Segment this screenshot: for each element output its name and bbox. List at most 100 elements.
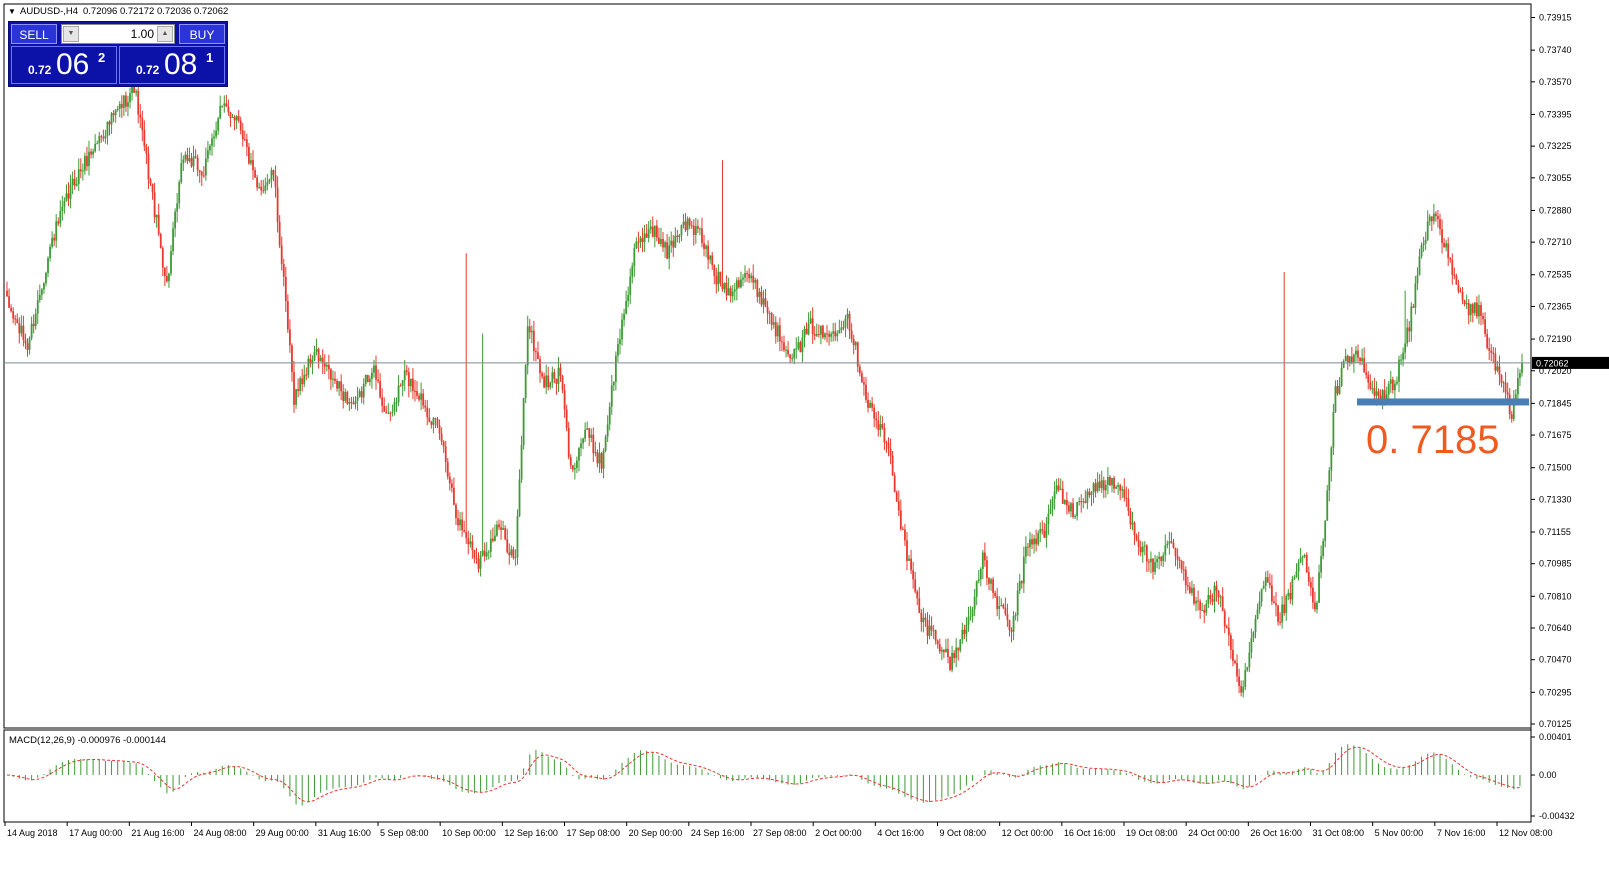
candle-body <box>781 341 783 343</box>
candle-body <box>647 229 650 238</box>
candle-body <box>1355 350 1357 355</box>
candle-body <box>592 434 595 454</box>
candle-body <box>61 206 64 211</box>
candle-body <box>1072 503 1074 517</box>
candle-body <box>264 185 267 191</box>
candle-body <box>174 211 177 229</box>
candle-body <box>1350 356 1353 363</box>
candle-body <box>256 177 259 188</box>
candle-body <box>1502 382 1505 384</box>
candle-body <box>996 596 999 609</box>
one-click-trading-panel: SELL ▼ ▲ BUY 0.72 06 2 0.72 08 1 <box>8 21 228 87</box>
candle-body <box>8 296 10 308</box>
candle-body <box>942 649 945 653</box>
sell-button[interactable]: SELL <box>11 24 57 44</box>
candle-body <box>1127 498 1130 512</box>
candle-body <box>291 345 293 372</box>
ask-price-box[interactable]: 0.72 08 1 <box>119 46 225 84</box>
candle-body <box>375 365 377 380</box>
candle-body <box>1369 382 1372 389</box>
candle-body <box>567 427 570 458</box>
candle-body <box>1496 366 1499 371</box>
candle-body <box>860 373 863 383</box>
candle-body <box>368 378 371 383</box>
candle-body <box>584 429 587 439</box>
candle-body <box>1279 621 1281 623</box>
candle-body <box>297 389 300 392</box>
candle-body <box>844 318 847 328</box>
candle-body <box>459 519 461 526</box>
candle-body <box>1100 480 1103 489</box>
candle-body <box>453 487 455 505</box>
candle-body <box>1336 386 1339 394</box>
lot-decrease-icon[interactable]: ▼ <box>63 26 79 42</box>
candle-body <box>1049 508 1052 514</box>
candle-body <box>1320 556 1322 573</box>
candle-body <box>1016 590 1019 616</box>
candle-body <box>104 135 107 139</box>
bid-price-box[interactable]: 0.72 06 2 <box>11 46 117 84</box>
candle-body <box>1195 600 1197 604</box>
candle-body <box>631 266 634 277</box>
candle-body <box>988 578 990 584</box>
time-tick-label: 29 Aug 00:00 <box>256 828 309 838</box>
candle-body <box>891 455 894 476</box>
candle-body <box>319 357 322 362</box>
candle-body <box>1225 626 1228 628</box>
candle-body <box>852 339 855 346</box>
candle-body <box>1445 243 1448 248</box>
candle-body <box>1469 304 1472 316</box>
candle-body <box>600 453 603 469</box>
ohlc-label: 0.72096 0.72172 0.72036 0.72062 <box>83 6 228 17</box>
candle-body <box>545 375 548 388</box>
candle-body <box>885 442 888 444</box>
candle-body <box>166 275 168 282</box>
candle-body <box>1373 388 1376 396</box>
candle-body <box>1125 497 1128 499</box>
candle-body <box>405 370 408 373</box>
candle-body <box>366 374 369 383</box>
candle-body <box>1223 611 1226 627</box>
macd-label: MACD(12,26,9) -0.000976 -0.000144 <box>9 735 166 746</box>
candle-body <box>1164 545 1167 556</box>
candle-body <box>1020 581 1023 584</box>
candle-body <box>86 155 88 167</box>
candle-body <box>233 117 236 121</box>
candle-body <box>237 116 240 121</box>
candle-body <box>1449 257 1452 260</box>
time-tick-label: 9 Oct 08:00 <box>940 828 987 838</box>
candle-body <box>385 411 388 414</box>
lot-increase-icon[interactable]: ▲ <box>157 26 173 42</box>
candle-body <box>100 136 103 138</box>
candle-body <box>1303 555 1306 557</box>
candle-body <box>608 406 611 425</box>
candle-body <box>211 138 213 146</box>
symbol-label: AUDUSD-,H4 <box>20 6 78 17</box>
candle-body <box>471 541 474 551</box>
candle-body <box>40 289 43 295</box>
candle-body <box>1229 635 1232 650</box>
lot-size-input[interactable] <box>80 26 154 42</box>
candle-body <box>137 90 140 115</box>
candle-body <box>1428 216 1431 222</box>
candle-body <box>28 338 31 350</box>
candle-body <box>122 95 125 108</box>
candle-body <box>94 143 97 152</box>
buy-button[interactable]: BUY <box>179 24 225 44</box>
price-tick-label: 0.72365 <box>1539 301 1572 311</box>
candle-body <box>532 330 535 352</box>
candle-body <box>36 300 39 314</box>
chart-canvas[interactable]: 0.73915 0.73740 0.73570 0.73395 0.73225 0.730… <box>0 0 1609 873</box>
candle-body <box>770 313 773 325</box>
chart-window[interactable]: 0.73915 0.73740 0.73570 0.73395 0.73225 0.730… <box>0 0 1609 873</box>
candle-body <box>250 160 252 164</box>
price-tick-label: 0.73740 <box>1539 45 1572 55</box>
candle-body <box>1396 381 1398 384</box>
candle-body <box>1293 577 1296 580</box>
candle-body <box>1498 366 1501 375</box>
candle-body <box>1006 614 1009 621</box>
candle-body <box>184 154 187 160</box>
candle-body <box>1367 375 1370 383</box>
candle-body <box>547 375 550 388</box>
candle-body <box>1451 259 1454 275</box>
